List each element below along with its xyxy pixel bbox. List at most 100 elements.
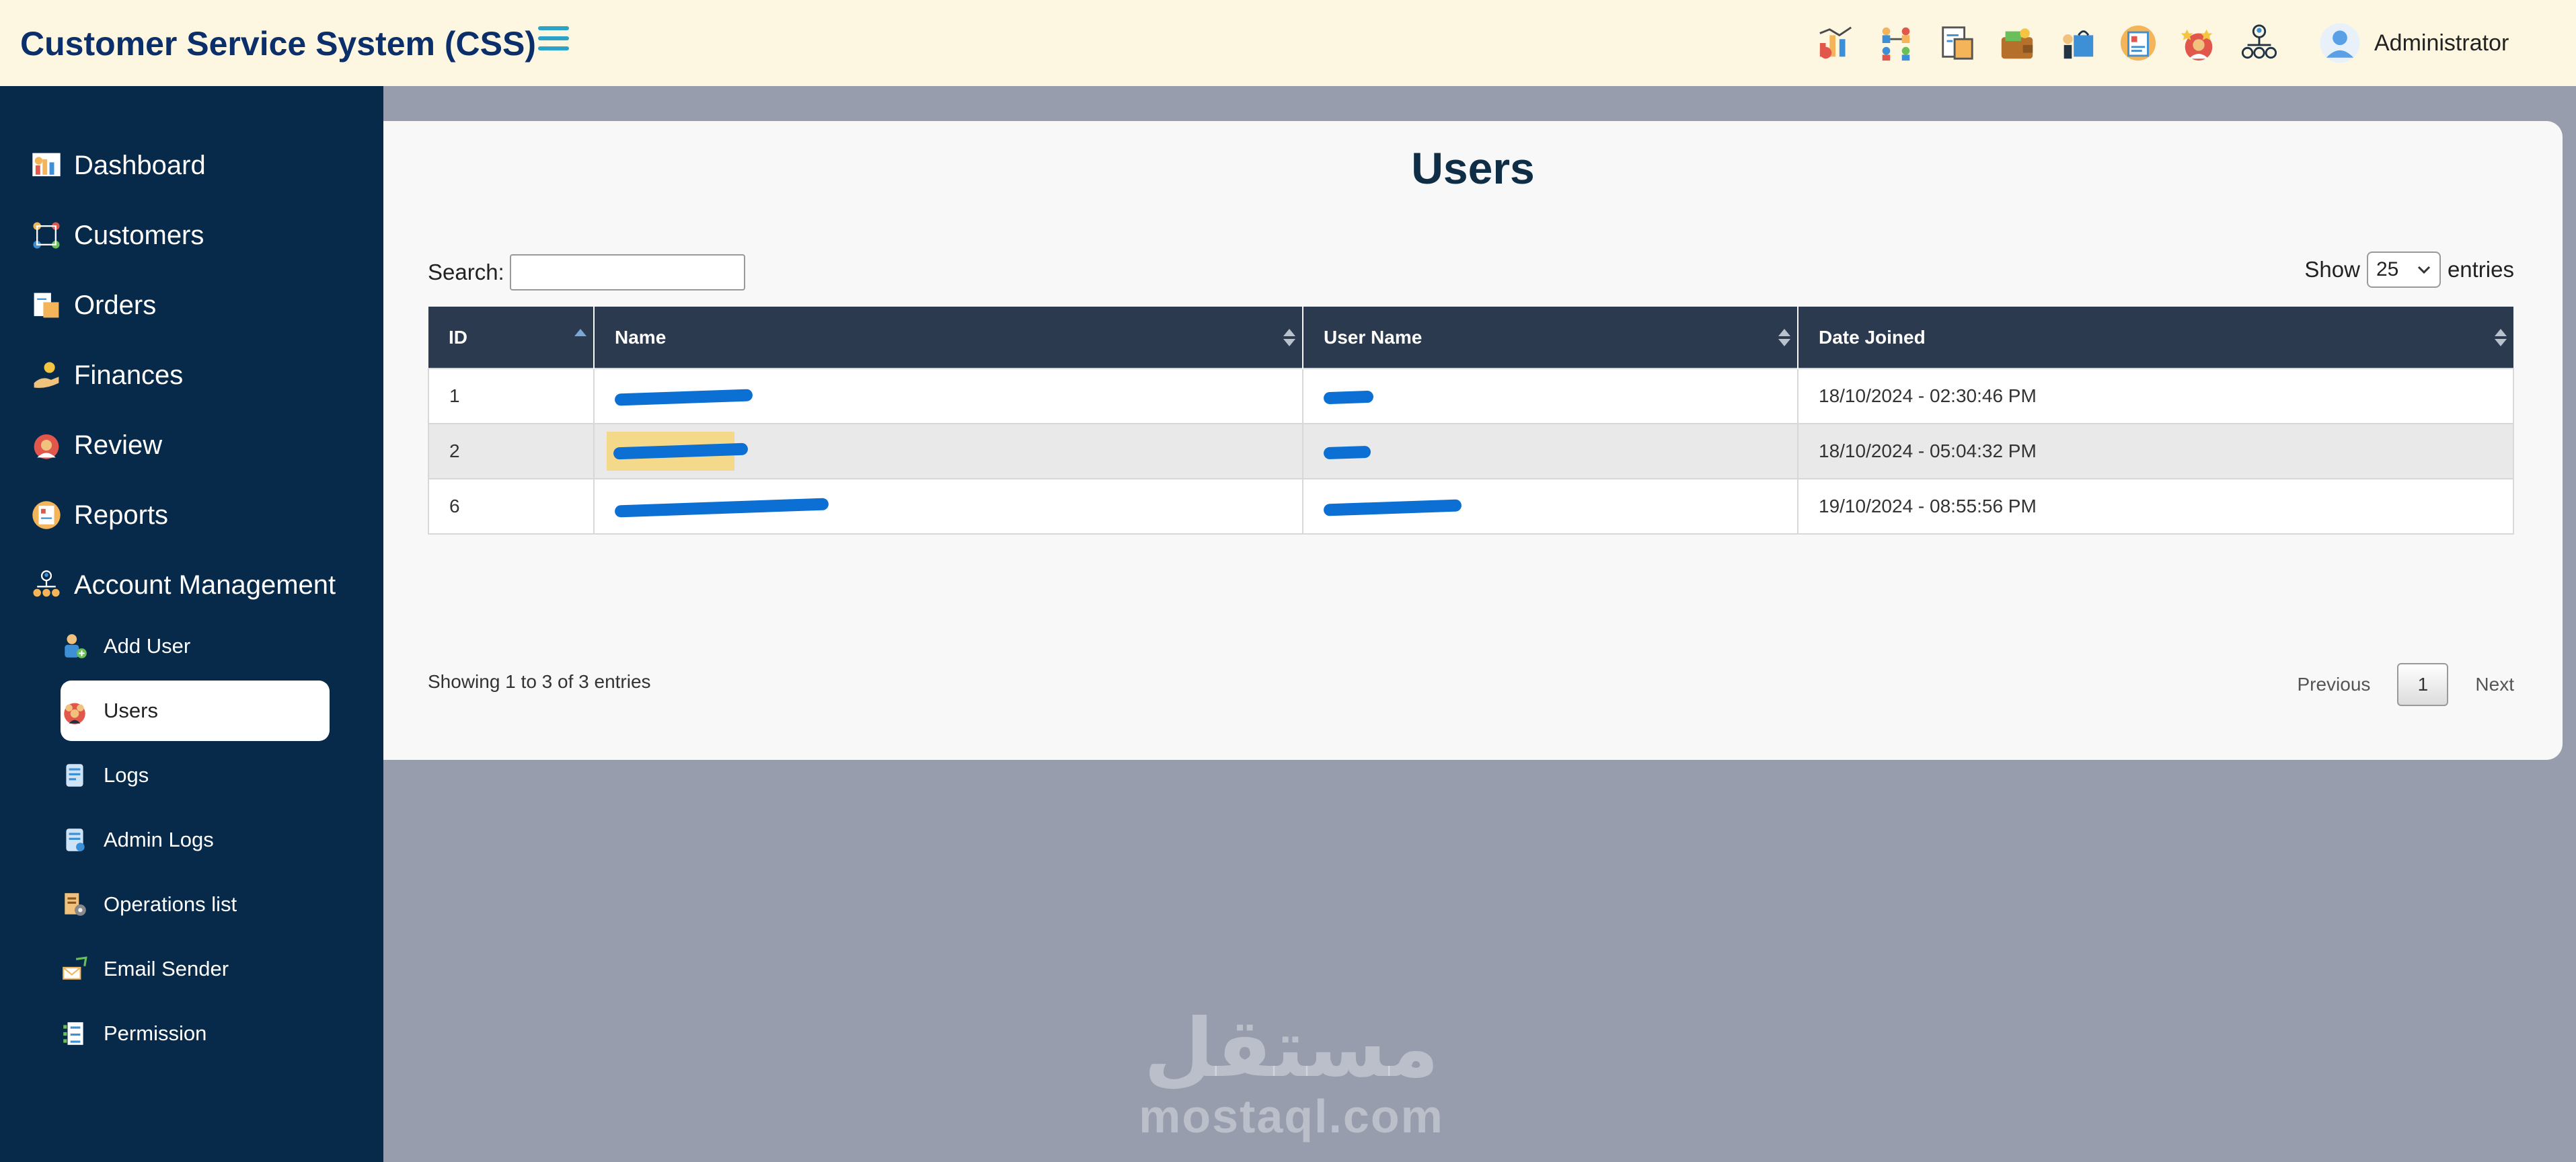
users-card: Users Search: Show 25 entries ID Name Us…: [383, 121, 2563, 760]
users-icon: [64, 703, 85, 724]
redaction-mark: [1323, 445, 1371, 459]
table-info: Showing 1 to 3 of 3 entries: [428, 671, 651, 692]
search-input[interactable]: [509, 254, 745, 290]
dashboard-icon: [32, 153, 61, 177]
sidebar-subitem-operations-list[interactable]: Operations list: [61, 874, 330, 935]
redaction-mark: [614, 389, 753, 406]
cell-date-joined: 18/10/2024 - 05:04:32 PM: [1797, 423, 2514, 479]
show-label: Show: [2304, 257, 2360, 282]
table-row[interactable]: 1 18/10/2024 - 02:30:46 PM: [428, 368, 2514, 424]
watermark-latin: mostaql.com: [1139, 1090, 1444, 1142]
column-header-username[interactable]: User Name: [1303, 307, 1798, 369]
sidebar-item-label: Review: [74, 430, 163, 460]
sidebar-item-orders[interactable]: Orders: [31, 284, 156, 327]
user-menu[interactable]: Administrator: [2319, 19, 2509, 67]
sidebar-item-label: Orders: [74, 290, 157, 320]
search-label: Search:: [428, 260, 504, 284]
user-name: Administrator: [2374, 30, 2509, 56]
sidebar-item-customers[interactable]: Customers: [31, 214, 204, 257]
sidebar-item-label: Account Management: [74, 570, 336, 600]
sidebar-subitem-label: Email Sender: [104, 957, 229, 980]
page-title: Users: [1411, 143, 1535, 193]
cell-id: 1: [428, 368, 595, 424]
cell-id: 6: [428, 478, 595, 535]
finances-icon: [34, 362, 59, 388]
sidebar-item-reports[interactable]: Reports: [31, 494, 168, 537]
reports-icon: [32, 501, 61, 529]
sort-icon: [2495, 328, 2507, 346]
cell-username-redacted: [1302, 423, 1798, 479]
sort-icon: [1283, 328, 1295, 346]
app-title[interactable]: Customer Service System (CSS): [20, 24, 536, 63]
sidebar-item-finances[interactable]: Finances: [31, 354, 183, 397]
orders-icon[interactable]: [1937, 24, 1976, 63]
sort-icon: [1778, 328, 1790, 346]
table-row[interactable]: 6 19/10/2024 - 08:55:56 PM: [428, 478, 2514, 535]
column-header-id[interactable]: ID: [428, 307, 595, 369]
entries-select-value: 25: [2376, 258, 2399, 280]
sidebar-item-label: Reports: [74, 500, 169, 530]
sidebar-subitem-label: Permission: [104, 1021, 207, 1045]
cell-username-redacted: [1302, 368, 1798, 424]
redaction-mark: [1323, 390, 1374, 404]
column-header-label: ID: [449, 326, 467, 348]
top-header: Customer Service System (CSS) Administra…: [0, 0, 2576, 86]
search-area: Search:: [428, 254, 745, 290]
cell-username-redacted: [1302, 478, 1798, 535]
sidebar-subitem-label: Admin Logs: [104, 828, 214, 851]
customers-icon[interactable]: [1877, 24, 1916, 63]
review-icon[interactable]: [2179, 24, 2218, 63]
redaction-mark: [607, 432, 749, 471]
permission-icon: [63, 1022, 83, 1045]
operations-list-icon: [65, 893, 86, 916]
sidebar-subitem-label: Operations list: [104, 892, 237, 916]
review-icon: [34, 434, 59, 459]
table-row[interactable]: 2 18/10/2024 - 05:04:32 PM: [428, 423, 2514, 479]
watermark: مستقل mostaql.com: [1137, 1009, 1446, 1143]
redaction-mark: [1323, 499, 1462, 516]
sidebar: Dashboard Customers Orders Finances Revi…: [0, 86, 383, 1162]
page-1-button[interactable]: 1: [2397, 663, 2449, 706]
sidebar-subitem-permission[interactable]: Permission: [61, 1003, 330, 1064]
column-header-label: User Name: [1324, 326, 1423, 348]
menu-toggle-icon[interactable]: [538, 23, 569, 54]
admin-logs-icon: [66, 828, 85, 851]
dashboard-icon[interactable]: [1816, 24, 1855, 63]
cell-date-joined: 19/10/2024 - 08:55:56 PM: [1797, 478, 2514, 535]
sidebar-item-label: Customers: [74, 220, 204, 250]
sidebar-subitem-admin-logs[interactable]: Admin Logs: [61, 810, 330, 870]
entries-select[interactable]: 25: [2366, 251, 2441, 288]
previous-button[interactable]: Previous: [2297, 674, 2370, 695]
entries-length: Show 25 entries: [2304, 251, 2514, 288]
column-header-label: Name: [615, 326, 667, 348]
sidebar-subitem-label: Users: [104, 699, 158, 722]
cell-name-redacted: [593, 423, 1303, 479]
sort-asc-icon: [574, 328, 586, 346]
sidebar-item-review[interactable]: Review: [31, 424, 162, 467]
avatar: [2320, 23, 2360, 63]
sidebar-subitem-logs[interactable]: Logs: [61, 745, 330, 806]
header-shortcuts: [1816, 15, 2279, 71]
next-button[interactable]: Next: [2475, 674, 2514, 695]
shopping-icon[interactable]: [2058, 24, 2097, 63]
sidebar-subitem-add-user[interactable]: Add User: [61, 616, 330, 676]
logs-icon: [66, 764, 83, 787]
finances-icon[interactable]: [1998, 24, 2037, 63]
cell-name-redacted: [593, 478, 1303, 535]
sidebar-item-dashboard[interactable]: Dashboard: [31, 144, 206, 187]
column-header-name[interactable]: Name: [594, 307, 1303, 369]
email-sender-icon: [63, 956, 87, 980]
sidebar-subitem-users[interactable]: Users: [61, 681, 330, 741]
account-management-icon[interactable]: [2240, 24, 2279, 63]
column-header-date-joined[interactable]: Date Joined: [1798, 307, 2513, 369]
sidebar-item-account-management[interactable]: Account Management: [31, 564, 336, 607]
pagination: Previous 1 Next: [2297, 663, 2514, 706]
reports-icon[interactable]: [2119, 24, 2158, 63]
sidebar-subitem-email-sender[interactable]: Email Sender: [61, 939, 330, 999]
account-management-icon: [33, 570, 60, 597]
redaction-mark: [613, 442, 749, 460]
table-header-row: ID Name User Name Date Joined: [428, 307, 2513, 369]
sidebar-item-label: Dashboard: [74, 150, 206, 180]
cell-id: 2: [428, 423, 595, 479]
redaction-mark: [614, 498, 829, 518]
